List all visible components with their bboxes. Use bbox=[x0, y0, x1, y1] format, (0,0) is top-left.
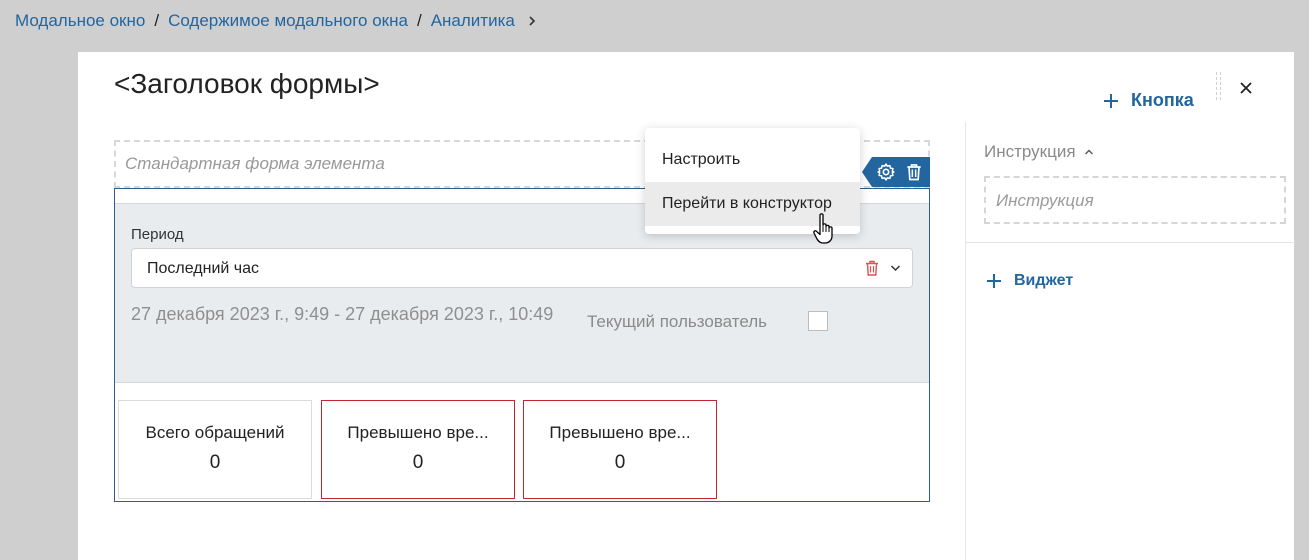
current-user-checkbox[interactable] bbox=[808, 311, 828, 331]
date-range-text: 27 декабря 2023 г., 9:49 - 27 декабря 20… bbox=[131, 304, 554, 324]
current-user-label: Текущий пользователь bbox=[587, 312, 768, 331]
gear-icon[interactable] bbox=[876, 162, 896, 182]
clear-trash-icon[interactable] bbox=[865, 260, 879, 276]
close-icon[interactable] bbox=[1238, 80, 1254, 96]
period-select-value: Последний час bbox=[147, 260, 260, 277]
instruction-toggle[interactable]: Инструкция bbox=[984, 142, 1094, 162]
metric-card-total[interactable]: Всего обращений 0 bbox=[118, 400, 312, 499]
menu-item-configure[interactable]: Настроить bbox=[645, 138, 860, 182]
breadcrumb: Модальное окно / Содержимое модального о… bbox=[15, 11, 537, 31]
breadcrumb-separator: / bbox=[416, 11, 422, 30]
chevron-down-icon[interactable] bbox=[890, 263, 901, 273]
period-label: Период bbox=[131, 226, 184, 243]
metric-card-title: Превышено вре... bbox=[347, 423, 489, 442]
add-widget-button[interactable]: Виджет bbox=[986, 272, 1073, 290]
add-widget-label: Виджет bbox=[1014, 272, 1074, 289]
metric-card-exceeded-2[interactable]: Превышено вре... 0 bbox=[523, 400, 717, 499]
add-button[interactable]: Кнопка bbox=[1102, 90, 1194, 111]
add-button-label: Кнопка bbox=[1131, 90, 1194, 110]
analytics-widget[interactable]: Период Последний час 27 декабря 2023 г.,… bbox=[114, 188, 930, 502]
metric-card-value: 0 bbox=[412, 452, 424, 473]
breadcrumb-link-analytics[interactable]: Аналитика bbox=[431, 11, 515, 31]
breadcrumb-link-modal-window[interactable]: Модальное окно bbox=[15, 11, 145, 31]
metric-card-value: 0 bbox=[614, 452, 626, 473]
right-panel: Инструкция Инструкция Виджет bbox=[965, 122, 1295, 560]
resize-handle[interactable] bbox=[1216, 72, 1221, 100]
metric-card-title: Всего обращений bbox=[145, 423, 285, 442]
metric-card-exceeded-1[interactable]: Превышено вре... 0 bbox=[321, 400, 515, 499]
period-select[interactable]: Последний час bbox=[131, 248, 913, 288]
plus-icon bbox=[987, 274, 1001, 288]
widget-toolbar bbox=[862, 157, 930, 187]
breadcrumb-link-modal-content[interactable]: Содержимое модального окна bbox=[168, 11, 408, 31]
hand-cursor-icon bbox=[813, 213, 833, 244]
breadcrumb-separator: / bbox=[154, 11, 160, 30]
chevron-up-icon bbox=[1084, 149, 1093, 155]
instruction-field[interactable]: Инструкция bbox=[984, 176, 1286, 224]
metric-card-title: Превышено вре... bbox=[549, 423, 691, 442]
trash-icon[interactable] bbox=[904, 162, 924, 182]
metric-card-value: 0 bbox=[209, 452, 221, 473]
chevron-right-icon[interactable] bbox=[527, 16, 537, 26]
plus-icon bbox=[1104, 93, 1118, 108]
modal-title: <Заголовок формы> bbox=[114, 68, 380, 99]
instruction-label: Инструкция bbox=[984, 142, 1076, 161]
panel-divider bbox=[966, 242, 1295, 243]
